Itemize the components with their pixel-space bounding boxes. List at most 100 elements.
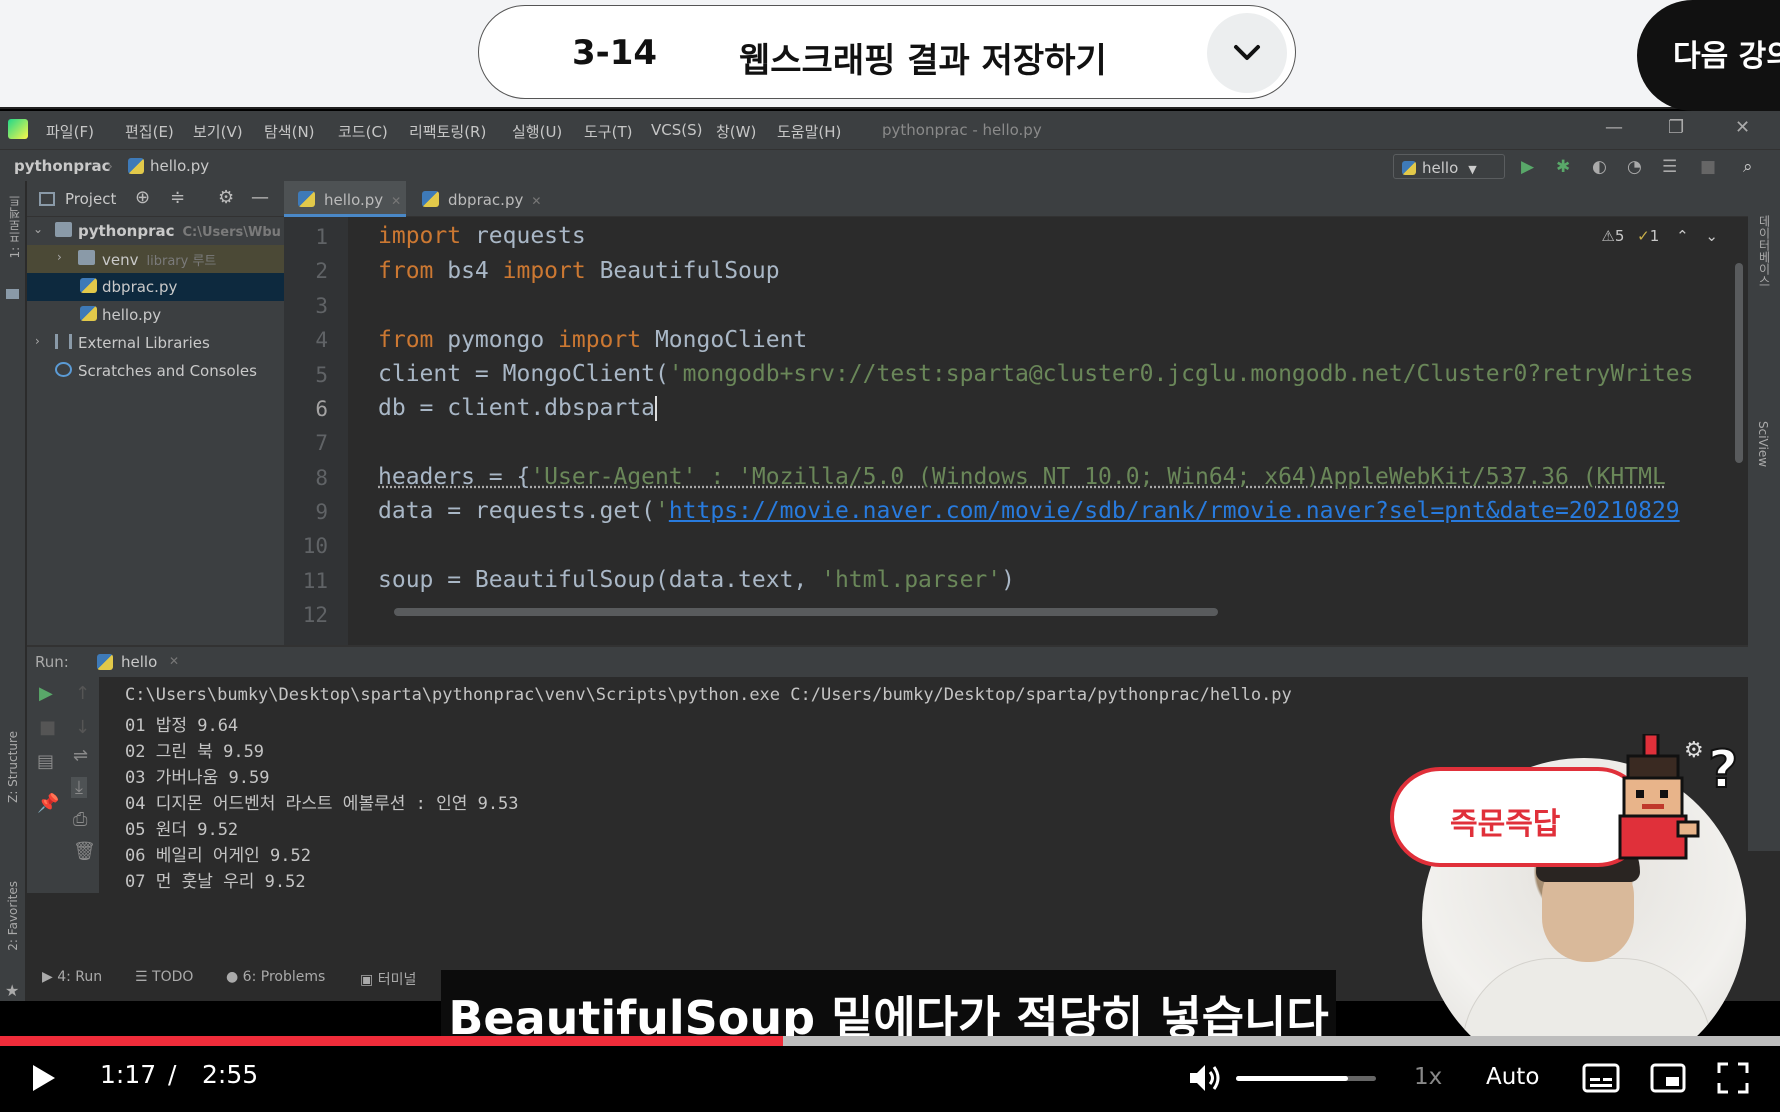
- pin-icon[interactable]: 📌: [37, 793, 59, 814]
- run-icon[interactable]: ▶: [1521, 157, 1534, 177]
- dropdown-arrow-icon: ▼: [1468, 163, 1477, 176]
- editor-vscroll[interactable]: [1735, 263, 1743, 463]
- next-highlight-icon[interactable]: ⌄: [1705, 227, 1718, 245]
- tree-item-hello[interactable]: hello.py: [27, 301, 284, 329]
- stop-icon[interactable]: ■: [1700, 157, 1716, 177]
- build-icon[interactable]: ☰: [1662, 157, 1677, 177]
- fullscreen-icon[interactable]: [1717, 1062, 1749, 1094]
- line-number: 12: [302, 603, 328, 627]
- tree-item-pythonprac[interactable]: ⌄ pythonprac C:\Users\Wbu: [27, 217, 284, 245]
- gear-icon[interactable]: ⚙: [218, 187, 234, 208]
- menu-help[interactable]: 도움말(H): [777, 121, 841, 142]
- text-caret: [654, 396, 657, 421]
- close-run-tab-icon[interactable]: ✕: [169, 654, 179, 668]
- menu-run[interactable]: 실행(U): [512, 121, 562, 142]
- run-configuration-select[interactable]: hello ▼: [1393, 154, 1505, 179]
- trash-icon[interactable]: 🗑: [73, 841, 96, 862]
- quality-setting[interactable]: Auto: [1486, 1064, 1539, 1090]
- python-file-icon: [128, 158, 144, 174]
- print-icon[interactable]: ⎙: [73, 809, 87, 830]
- menu-bar: 파일(F) 편집(E) 보기(V) 탐색(N) 코드(C) 리팩토링(R) 실행…: [0, 111, 1780, 149]
- pip-icon[interactable]: [1650, 1062, 1686, 1094]
- bottom-tab-run[interactable]: ▶ 4: Run: [42, 969, 102, 985]
- project-panel-header: Project ⊕ ≑ ⚙ —: [27, 181, 284, 217]
- menu-vcs[interactable]: VCS(S): [651, 121, 702, 139]
- volume-icon[interactable]: [1188, 1062, 1222, 1094]
- close-tab-icon[interactable]: ✕: [391, 194, 401, 208]
- weak-warning-count: 1: [1649, 227, 1660, 245]
- menu-file[interactable]: 파일(F): [46, 121, 94, 142]
- collapse-all-icon[interactable]: ≑: [170, 187, 185, 208]
- menu-navigate[interactable]: 탐색(N): [264, 121, 315, 142]
- up-arrow-icon[interactable]: ↑: [75, 683, 90, 704]
- scroll-to-end-icon[interactable]: ⤓: [71, 777, 87, 798]
- layout-icon[interactable]: ▤: [37, 751, 54, 772]
- python-file-icon: [80, 306, 97, 321]
- progress-bar[interactable]: [0, 1036, 1780, 1046]
- project-tool-button[interactable]: 1: 프로젝트: [6, 195, 23, 259]
- collapsed-arrow-icon[interactable]: ›: [35, 334, 40, 348]
- tree-item-scratches[interactable]: Scratches and Consoles: [27, 357, 284, 385]
- structure-tool-button[interactable]: Z: Structure: [6, 731, 20, 803]
- tree-item-dbprac[interactable]: dbprac.py: [27, 273, 284, 301]
- database-tool-button[interactable]: 데이터베이스: [1756, 215, 1773, 287]
- volume-slider[interactable]: [1236, 1076, 1376, 1081]
- run-configuration-label: hello: [1422, 159, 1459, 177]
- debug-icon[interactable]: ✱: [1556, 157, 1570, 177]
- tree-label-text: pythonprac: [78, 222, 175, 240]
- bottom-tab-terminal[interactable]: ▣ 터미널: [360, 969, 416, 989]
- close-icon[interactable]: ✕: [1735, 117, 1750, 138]
- tree-item-external-libraries[interactable]: › External Libraries: [27, 329, 284, 357]
- restore-icon[interactable]: ❐: [1668, 117, 1684, 138]
- breadcrumb-file[interactable]: hello.py: [150, 157, 209, 175]
- down-arrow-icon[interactable]: ↓: [75, 717, 90, 738]
- editor-hscroll[interactable]: [394, 608, 1218, 616]
- expand-arrow-icon[interactable]: ⌄: [33, 222, 43, 236]
- profile-icon[interactable]: ◔: [1627, 157, 1642, 177]
- qna-button[interactable]: 즉문즉답: [1390, 767, 1648, 867]
- stop-icon[interactable]: ■: [39, 717, 56, 738]
- tab-hello-py[interactable]: hello.py ✕: [284, 181, 406, 217]
- bottom-tab-label: 터미널: [377, 972, 417, 988]
- menu-edit[interactable]: 편집(E): [125, 121, 174, 142]
- chevron-down-icon[interactable]: [1207, 13, 1287, 93]
- run-tab-hello[interactable]: hello: [121, 653, 157, 671]
- menu-code[interactable]: 코드(C): [338, 121, 388, 142]
- bottom-tab-problems[interactable]: ● 6: Problems: [226, 969, 325, 985]
- playback-speed[interactable]: 1x: [1414, 1064, 1442, 1090]
- breadcrumb-project[interactable]: pythonprac: [14, 157, 111, 175]
- tab-dbprac-py[interactable]: dbprac.py ✕: [408, 181, 548, 217]
- bottom-tab-todo[interactable]: ☰ TODO: [135, 969, 193, 985]
- rerun-icon[interactable]: ▶: [39, 683, 53, 704]
- tree-item-venv[interactable]: › venv library 루트: [27, 245, 284, 273]
- lecture-selector[interactable]: 3-14 웹스크래핑 결과 저장하기: [478, 5, 1296, 99]
- hide-icon[interactable]: —: [251, 187, 269, 208]
- next-lecture-button[interactable]: 다음 강의: [1637, 0, 1780, 111]
- search-icon[interactable]: ⌕: [1743, 157, 1753, 177]
- inspection-widget[interactable]: ⚠5 ✓1 ⌃ ⌄: [1601, 227, 1718, 245]
- close-tab-icon[interactable]: ✕: [531, 194, 541, 208]
- menu-window[interactable]: 창(W): [716, 121, 756, 142]
- project-panel-title[interactable]: Project: [65, 190, 116, 208]
- progress-played: [0, 1036, 784, 1046]
- previous-highlight-icon[interactable]: ⌃: [1676, 227, 1689, 245]
- menu-refactor[interactable]: 리팩토링(R): [409, 121, 486, 142]
- menu-tools[interactable]: 도구(T): [584, 121, 632, 142]
- soft-wrap-icon[interactable]: ⇌: [73, 745, 88, 766]
- tree-label-text: Scratches and Consoles: [78, 362, 257, 380]
- tab-label: dbprac.py: [448, 191, 524, 209]
- play-icon[interactable]: [30, 1063, 58, 1093]
- sciview-tool-button[interactable]: SciView: [1756, 421, 1770, 467]
- locate-icon[interactable]: ⊕: [135, 187, 150, 208]
- minimize-icon[interactable]: —: [1605, 117, 1623, 138]
- tree-label-text: venv: [102, 251, 139, 269]
- subtitles-icon[interactable]: [1582, 1062, 1620, 1094]
- collapsed-arrow-icon[interactable]: ›: [57, 250, 62, 264]
- code-line: data = requests.get('https://movie.naver…: [378, 498, 1680, 524]
- favorites-tool-button[interactable]: 2: Favorites: [6, 881, 20, 951]
- project-view-icon: [39, 192, 55, 206]
- console-line: 04 디지몬 어드벤처 라스트 에볼루션 : 인연 9.53: [125, 794, 519, 814]
- menu-view[interactable]: 보기(V): [193, 121, 243, 142]
- coverage-icon[interactable]: ◐: [1592, 157, 1607, 177]
- duration: 2:55: [202, 1060, 259, 1089]
